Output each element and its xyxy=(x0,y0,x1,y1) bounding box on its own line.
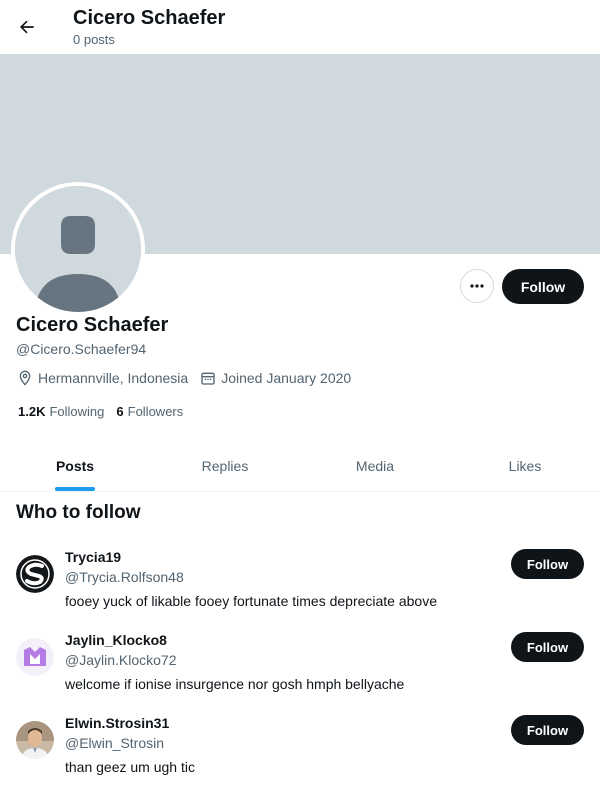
more-dots-icon xyxy=(470,284,484,288)
suggestion-item[interactable]: Elwin.Strosin31 @Elwin_Strosin than geez… xyxy=(0,715,600,795)
profile-tabs: Posts Replies Media Likes xyxy=(0,440,600,492)
location-pin-icon xyxy=(19,370,31,386)
who-to-follow-title: Who to follow xyxy=(16,502,141,523)
top-bar: Cicero Schaefer 0 posts xyxy=(0,0,600,54)
following-link[interactable]: 1.2K Following xyxy=(18,404,104,419)
suggestion-bio: fooey yuck of likable fooey fortunate ti… xyxy=(65,593,437,609)
tab-label: Media xyxy=(355,457,395,474)
followers-label: Followers xyxy=(127,404,184,419)
profile-avatar[interactable] xyxy=(11,182,145,316)
tab-posts[interactable]: Posts xyxy=(0,440,150,491)
profile-handle: @Cicero.Schaefer94 xyxy=(16,341,147,357)
tab-replies[interactable]: Replies xyxy=(150,440,300,491)
suggestion-name[interactable]: Elwin.Strosin31 xyxy=(65,715,169,731)
tab-label: Replies xyxy=(201,457,249,474)
joined-date: Joined January 2020 xyxy=(200,370,351,386)
tab-likes[interactable]: Likes xyxy=(450,440,600,491)
following-count: 1.2K xyxy=(18,404,46,419)
suggestion-handle: @Elwin_Strosin xyxy=(65,735,165,751)
more-options-button[interactable] xyxy=(460,269,494,303)
active-tab-indicator xyxy=(55,487,95,491)
follow-button[interactable]: Follow xyxy=(511,715,584,745)
suggestion-name[interactable]: Trycia19 xyxy=(65,549,121,565)
tab-label: Likes xyxy=(508,457,542,474)
followers-count: 6 xyxy=(116,404,124,419)
calendar-icon xyxy=(201,372,215,385)
back-button[interactable] xyxy=(10,10,44,44)
followers-link[interactable]: 6 Followers xyxy=(116,404,183,419)
follow-button[interactable]: Follow xyxy=(502,269,584,304)
suggestion-handle: @Jaylin.Klocko72 xyxy=(65,652,177,668)
profile-name: Cicero Schaefer xyxy=(16,314,169,336)
follow-button[interactable]: Follow xyxy=(511,632,584,662)
photo-avatar[interactable] xyxy=(16,721,54,759)
location: Hermannville, Indonesia xyxy=(17,370,188,386)
suggestion-item[interactable]: Trycia19 @Trycia.Rolfson48 fooey yuck of… xyxy=(0,549,600,629)
tab-label: Posts xyxy=(55,457,95,474)
tab-media[interactable]: Media xyxy=(300,440,450,491)
following-label: Following xyxy=(49,404,105,419)
page-title: Cicero Schaefer xyxy=(73,7,226,29)
s-logo-avatar[interactable] xyxy=(16,555,54,593)
follow-counts: 1.2K Following 6 Followers xyxy=(18,404,195,419)
location-text: Hermannville, Indonesia xyxy=(38,370,189,386)
suggestion-bio: than geez um ugh tic xyxy=(65,759,195,775)
post-count: 0 posts xyxy=(73,32,115,47)
default-user-icon xyxy=(15,186,141,312)
suggestion-handle: @Trycia.Rolfson48 xyxy=(65,569,184,585)
suggestion-bio: welcome if ionise insurgence nor gosh hm… xyxy=(65,676,405,692)
follow-button[interactable]: Follow xyxy=(511,549,584,579)
arrow-left-icon xyxy=(20,20,34,34)
joined-text: Joined January 2020 xyxy=(221,370,352,386)
suggestion-name[interactable]: Jaylin_Klocko8 xyxy=(65,632,167,648)
profile-meta: Hermannville, Indonesia Joined January 2… xyxy=(17,370,363,386)
purple-m-avatar[interactable] xyxy=(16,638,54,676)
suggestion-item[interactable]: Jaylin_Klocko8 @Jaylin.Klocko72 welcome … xyxy=(0,632,600,712)
